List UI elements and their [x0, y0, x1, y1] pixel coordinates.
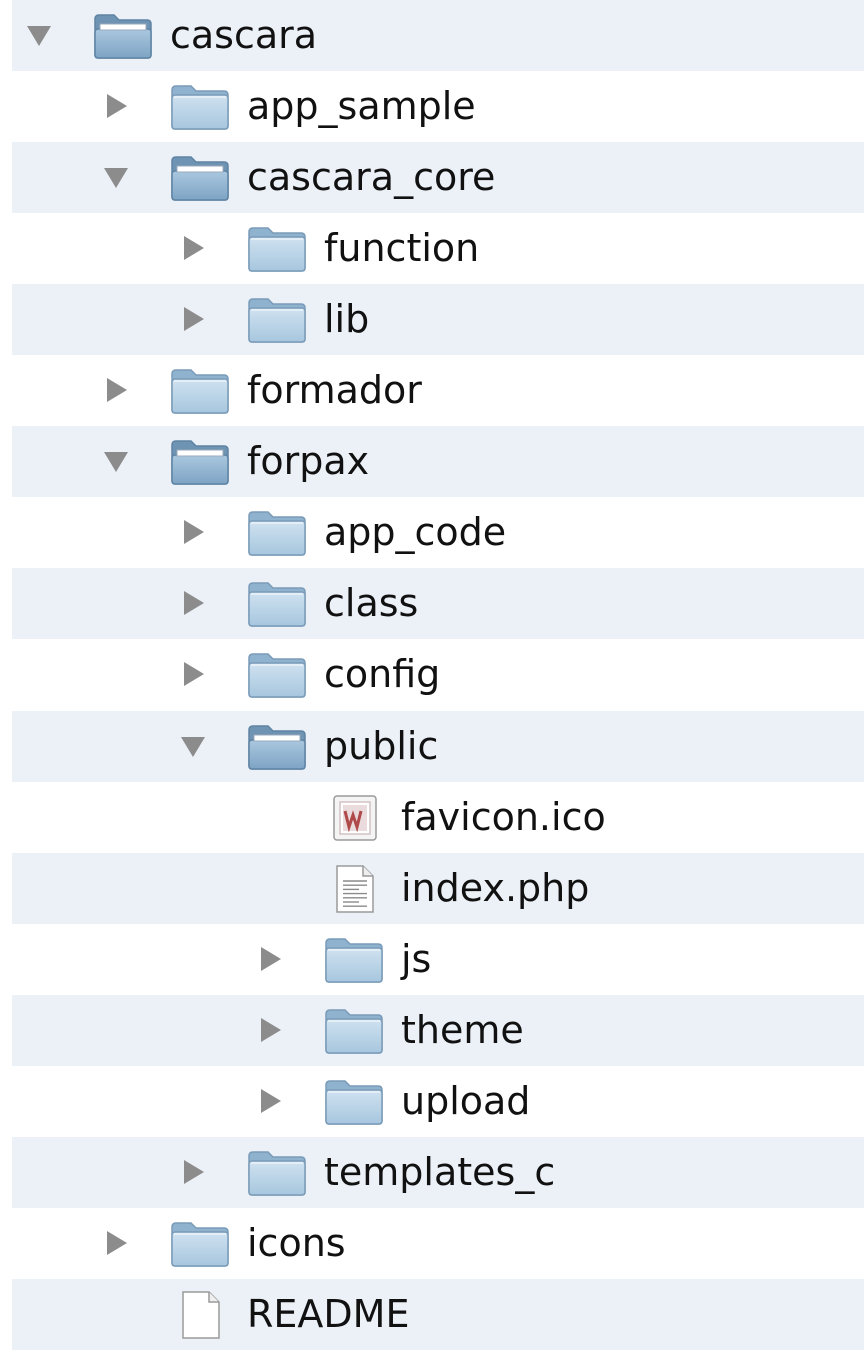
folder-icon [246, 1148, 308, 1198]
tree-row-folder[interactable]: formador [12, 355, 864, 426]
folder-open-icon [92, 11, 154, 61]
text-file-icon [323, 864, 385, 914]
folder-icon [323, 1077, 385, 1127]
tree-item-label: README [247, 1292, 410, 1336]
tree-item-label: app_sample [247, 84, 476, 128]
tree-row-folder[interactable]: public [12, 711, 864, 782]
tree-row-folder[interactable]: app_sample [12, 71, 864, 142]
tree-item-label: forpax [247, 439, 370, 483]
disclosure-triangle-collapsed-icon[interactable] [257, 944, 283, 974]
disclosure-triangle-collapsed-icon[interactable] [180, 1157, 206, 1187]
folder-open-icon [169, 437, 231, 487]
tree-row-folder[interactable]: config [12, 639, 864, 710]
folder-open-icon [169, 153, 231, 203]
tree-item-label: lib [324, 297, 370, 341]
disclosure-triangle-expanded-icon[interactable] [180, 731, 206, 761]
tree-item-label: index.php [401, 866, 590, 910]
folder-icon [323, 1006, 385, 1056]
file-tree: cascara app_sample cascara_core function [0, 0, 864, 1350]
disclosure-triangle-collapsed-icon[interactable] [103, 375, 129, 405]
disclosure-triangle-collapsed-icon[interactable] [180, 517, 206, 547]
disclosure-triangle-expanded-icon[interactable] [26, 20, 52, 50]
tree-row-folder[interactable]: lib [12, 284, 864, 355]
image-file-icon [323, 793, 385, 843]
folder-icon [246, 579, 308, 629]
tree-row-folder[interactable]: theme [12, 995, 864, 1066]
tree-item-label: public [324, 724, 439, 768]
tree-item-label: function [324, 226, 480, 270]
blank-file-icon [169, 1290, 231, 1340]
tree-item-label: config [324, 652, 441, 696]
tree-row-folder[interactable]: icons [12, 1208, 864, 1279]
disclosure-triangle-collapsed-icon[interactable] [180, 233, 206, 263]
tree-row-folder[interactable]: app_code [12, 497, 864, 568]
tree-item-label: cascara [170, 13, 318, 57]
tree-item-label: favicon.ico [401, 795, 606, 839]
tree-item-label: formador [247, 368, 422, 412]
folder-icon [169, 366, 231, 416]
disclosure-triangle-collapsed-icon[interactable] [257, 1086, 283, 1116]
folder-open-icon [246, 722, 308, 772]
tree-row-folder[interactable]: cascara [12, 0, 864, 71]
tree-row-folder[interactable]: class [12, 568, 864, 639]
tree-row-folder[interactable]: templates_c [12, 1137, 864, 1208]
tree-row-folder[interactable]: cascara_core [12, 142, 864, 213]
tree-row-folder[interactable]: upload [12, 1066, 864, 1137]
tree-row-folder[interactable]: function [12, 213, 864, 284]
tree-item-label: cascara_core [247, 155, 496, 199]
disclosure-triangle-collapsed-icon[interactable] [103, 1228, 129, 1258]
folder-icon [323, 935, 385, 985]
tree-item-label: class [324, 581, 419, 625]
disclosure-triangle-collapsed-icon[interactable] [257, 1015, 283, 1045]
disclosure-triangle-expanded-icon[interactable] [103, 446, 129, 476]
tree-row-file[interactable]: favicon.ico [12, 782, 864, 853]
tree-row-file[interactable]: index.php [12, 853, 864, 924]
disclosure-triangle-collapsed-icon[interactable] [180, 659, 206, 689]
tree-item-label: theme [401, 1008, 524, 1052]
tree-item-label: app_code [324, 510, 507, 554]
tree-item-label: js [401, 937, 432, 981]
tree-item-label: upload [401, 1079, 531, 1123]
tree-row-folder[interactable]: js [12, 924, 864, 995]
disclosure-triangle-collapsed-icon[interactable] [103, 91, 129, 121]
tree-item-label: icons [247, 1221, 346, 1265]
folder-icon [246, 224, 308, 274]
tree-item-label: templates_c [324, 1150, 556, 1194]
disclosure-triangle-expanded-icon[interactable] [103, 162, 129, 192]
disclosure-triangle-collapsed-icon[interactable] [180, 304, 206, 334]
folder-icon [246, 295, 308, 345]
folder-icon [169, 1219, 231, 1269]
disclosure-triangle-collapsed-icon[interactable] [180, 588, 206, 618]
tree-row-folder[interactable]: forpax [12, 426, 864, 497]
folder-icon [169, 82, 231, 132]
folder-icon [246, 650, 308, 700]
tree-row-file[interactable]: README [12, 1279, 864, 1350]
folder-icon [246, 508, 308, 558]
